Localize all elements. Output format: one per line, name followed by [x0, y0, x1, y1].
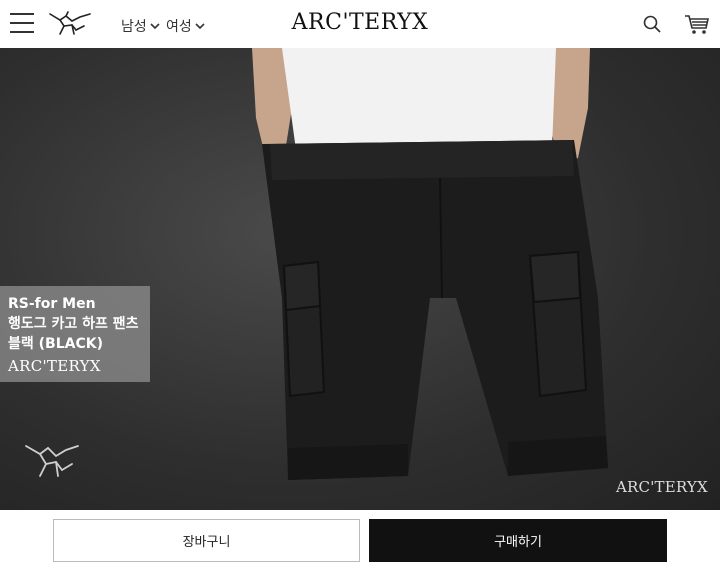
product-line-color: 블랙 (BLACK) [8, 336, 103, 352]
brand-logo[interactable]: ARC'TERYX [258, 10, 462, 35]
menu-icon[interactable] [10, 13, 34, 35]
chevron-down-icon [150, 23, 160, 30]
bottom-action-bar: 장바구니 구매하기 [0, 510, 720, 570]
buy-now-button[interactable]: 구매하기 [369, 519, 667, 562]
nav-women[interactable]: 여성 [166, 16, 205, 36]
bird-logo-icon[interactable] [46, 8, 94, 40]
cart-icon[interactable] [684, 14, 710, 36]
watermark-brand: ARC'TERYX [616, 478, 708, 496]
nav-men[interactable]: 남성 [121, 16, 160, 36]
overlay-brand: ARC'TERYX [8, 357, 101, 375]
chevron-down-icon [195, 23, 205, 30]
nav-women-label: 여성 [166, 19, 192, 35]
add-to-cart-button[interactable]: 장바구니 [53, 519, 360, 562]
watermark-bird-icon [25, 445, 79, 477]
top-header: 남성 여성 ARC'TERYX [0, 0, 720, 48]
product-info-overlay: RS-for Men 행도그 카고 하프 팬츠 블랙 (BLACK) ARC'T… [0, 286, 150, 382]
product-line-name: 행도그 카고 하프 팬츠 [8, 316, 139, 332]
search-icon[interactable] [642, 14, 662, 34]
product-line-series: RS-for Men [8, 296, 96, 312]
nav-men-label: 남성 [121, 19, 147, 35]
hero-product-image: RS-for Men 행도그 카고 하프 팬츠 블랙 (BLACK) ARC'T… [0, 48, 720, 510]
model-illustration [252, 48, 608, 480]
